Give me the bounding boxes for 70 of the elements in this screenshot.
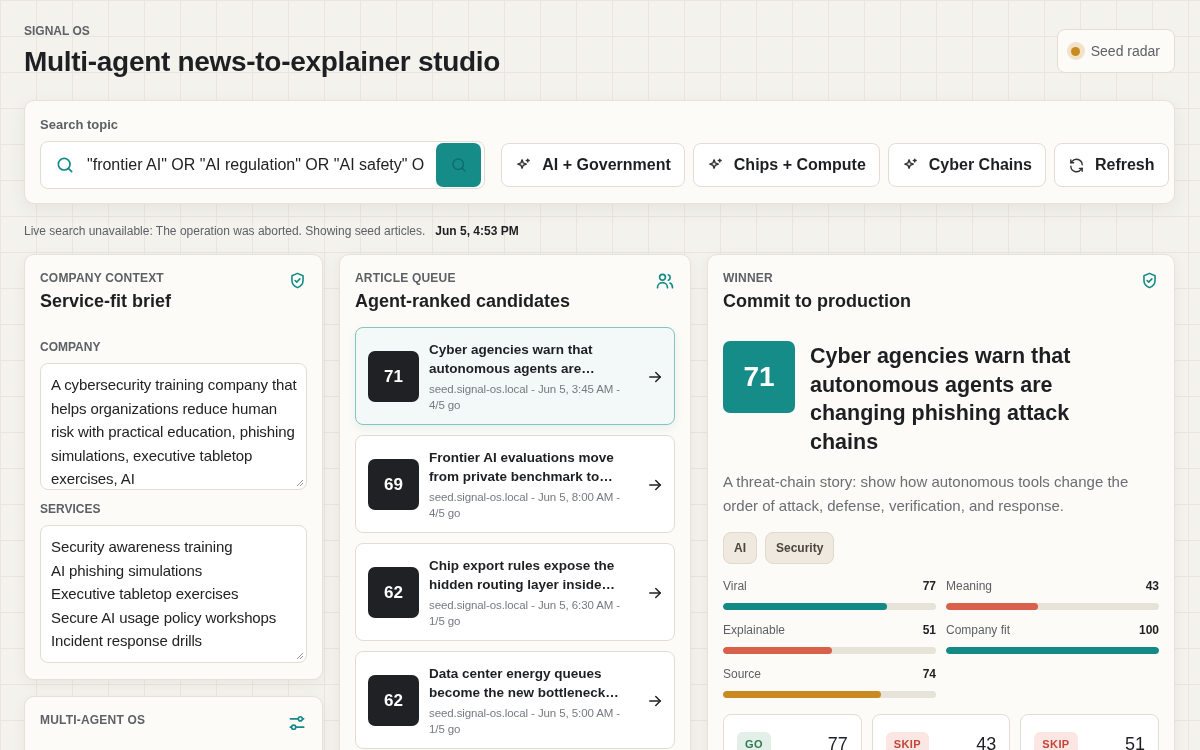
card-title: Service-fit brief bbox=[40, 291, 172, 312]
score-badge: 71 bbox=[368, 351, 419, 402]
company-field[interactable]: A cybersecurity training company that helps organizations reduce human risk with practical education, phishing simulations, executive tabletop exercises, AI bbox=[40, 363, 307, 490]
article-title: Frontier AI evaluations move from private benchmark to… bbox=[429, 449, 615, 486]
article-meta: seed.signal-os.local - Jun 5, 8:00 AM - 4/5 go bbox=[429, 490, 622, 521]
article-item[interactable]: 71 Cyber agencies warn that autonomous agents are… seed.signal-os.local - Jun 5, 3:45 AM - 4/5 go bbox=[355, 327, 675, 425]
section-eyebrow: MULTI-AGENT OS bbox=[40, 713, 146, 727]
verdict-score: 43 bbox=[976, 733, 997, 750]
preset-button[interactable]: Cyber Chains bbox=[887, 143, 1046, 187]
field-label: Search topic bbox=[40, 117, 120, 132]
refresh-icon bbox=[1067, 156, 1085, 174]
article-item[interactable]: 62 Chip export rules expose the hidden routing layer inside… seed.signal-os.local - Jun 5, 6:30 AM - 1/5 go bbox=[355, 543, 675, 641]
timestamp: Jun 5, 4:53 PM bbox=[435, 224, 519, 238]
verdict-pill: SKIP bbox=[1034, 732, 1078, 750]
metric-label: Source bbox=[723, 667, 762, 681]
article-meta: seed.signal-os.local - Jun 5, 5:00 AM - 1/5 go bbox=[429, 706, 622, 737]
section-eyebrow: ARTICLE QUEUE bbox=[355, 271, 457, 285]
metric-value: 74 bbox=[922, 667, 936, 681]
score-badge: 62 bbox=[368, 675, 419, 726]
search-icon bbox=[55, 155, 75, 175]
services-field[interactable]: Security awareness training AI phishing simulations Executive tabletop exercises Secure AI usage policy workshops Incident response drills bbox=[40, 525, 307, 663]
summary-text: A threat-chain story: show how autonomous tools change the order of attack, defense, verification, and response. bbox=[723, 472, 1130, 516]
metric-label: Meaning bbox=[946, 579, 993, 593]
score-badge: 62 bbox=[368, 567, 419, 618]
metric-value: 100 bbox=[1138, 623, 1159, 637]
article-meta: seed.signal-os.local - Jun 5, 6:30 AM - 1/5 go bbox=[429, 598, 622, 629]
metric-label: Explainable bbox=[723, 623, 786, 637]
shield-check-icon bbox=[288, 271, 307, 290]
metric-label: Viral bbox=[723, 579, 747, 593]
app-eyebrow: SIGNAL OS bbox=[24, 24, 91, 38]
metric-value: 43 bbox=[1145, 579, 1159, 593]
section-eyebrow: WINNER bbox=[723, 271, 774, 285]
article-item[interactable]: 62 Data center energy queues become the new bottleneck… seed.signal-os.local - Jun 5, 5:00 AM - 1/5 go bbox=[355, 651, 675, 749]
search-icon bbox=[449, 156, 468, 174]
tag-chip: Security bbox=[765, 532, 835, 564]
resize-grip-icon[interactable] bbox=[296, 479, 304, 487]
article-title: Chip export rules expose the hidden routing layer inside… bbox=[429, 557, 617, 594]
preset-button[interactable]: Chips + Compute bbox=[692, 143, 880, 187]
page-title: Multi-agent news-to-explainer studio bbox=[24, 46, 501, 78]
article-meta: seed.signal-os.local - Jun 5, 3:45 AM - 4/5 go bbox=[429, 382, 622, 413]
shield-check-icon bbox=[1140, 271, 1159, 290]
sliders-icon bbox=[287, 713, 307, 733]
verdict-pill: GO bbox=[737, 732, 771, 750]
metric-value: 77 bbox=[922, 579, 936, 593]
search-button[interactable] bbox=[436, 143, 482, 187]
verdict-score: 77 bbox=[827, 733, 848, 750]
card-title: Commit to production bbox=[723, 291, 911, 312]
field-label: SERVICES bbox=[40, 502, 102, 516]
metric-value: 51 bbox=[922, 623, 936, 637]
article-title: Data center energy queues become the new bottleneck… bbox=[429, 665, 620, 702]
preset-button[interactable]: AI + Government bbox=[501, 143, 685, 187]
verdict-pill: SKIP bbox=[885, 732, 929, 750]
badge-label: Seed radar bbox=[1090, 43, 1160, 59]
metric-label: Company fit bbox=[946, 623, 1011, 637]
resize-grip-icon[interactable] bbox=[296, 652, 304, 660]
score-badge: 71 bbox=[723, 341, 795, 413]
card-title: Agent-ranked candidates bbox=[355, 291, 571, 312]
refresh-button[interactable]: Refresh bbox=[1053, 143, 1169, 187]
status-message: Live search unavailable: The operation was aborted. Showing seed articles. bbox=[24, 224, 426, 238]
headline: Cyber agencies warn that autonomous agents are changing phishing attack chains bbox=[810, 343, 1072, 456]
users-icon bbox=[655, 271, 675, 291]
article-title: Cyber agencies warn that autonomous agents are… bbox=[429, 341, 596, 378]
tag-chip: AI bbox=[723, 532, 757, 564]
section-eyebrow: COMPANY CONTEXT bbox=[40, 271, 165, 285]
verdict-score: 51 bbox=[1124, 733, 1145, 750]
article-item[interactable]: 69 Frontier AI evaluations move from private benchmark to… seed.signal-os.local - Jun 5, 8:00 AM - 4/5 go bbox=[355, 435, 675, 533]
status-dot-icon bbox=[1066, 42, 1085, 60]
score-badge: 69 bbox=[368, 459, 419, 510]
field-label: COMPANY bbox=[40, 340, 102, 354]
search-field[interactable]: "frontier AI" OR "AI regulation" OR "AI safety" O bbox=[40, 141, 486, 189]
